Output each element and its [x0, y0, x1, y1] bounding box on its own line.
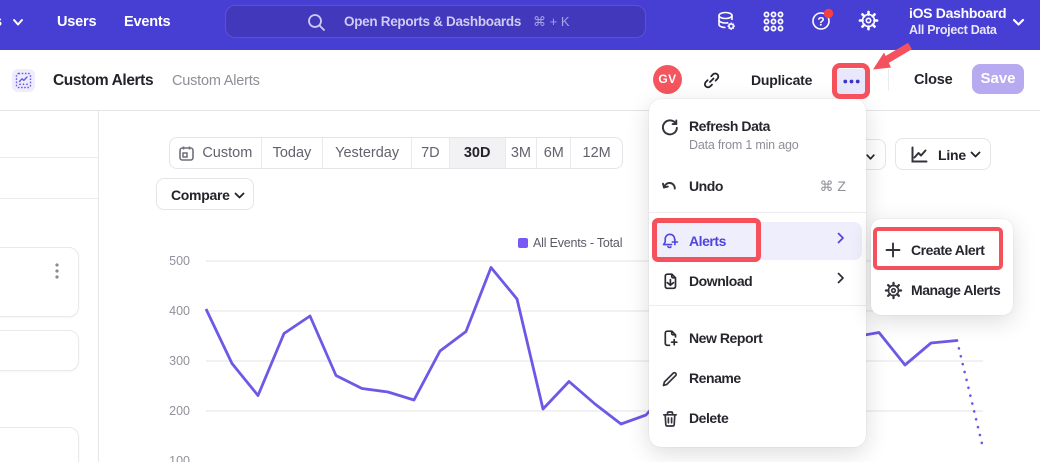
- svg-text:?: ?: [817, 15, 824, 29]
